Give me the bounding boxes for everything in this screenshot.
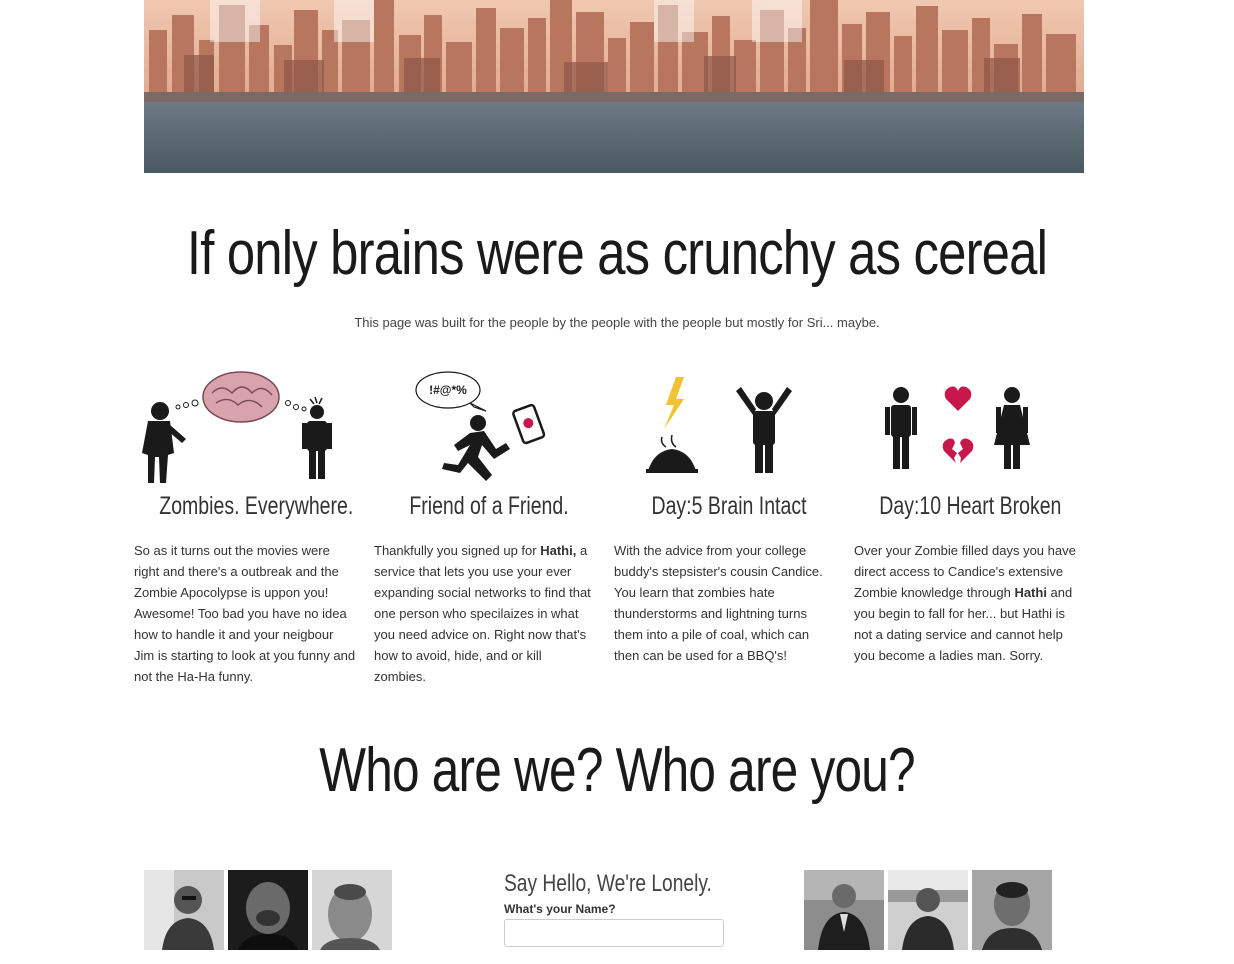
feature-heading: Day:10 Heart Broken [879, 492, 1062, 520]
feature-heading: Zombies. Everywhere. [159, 492, 354, 520]
page-subtitle: This page was built for the people by th… [354, 315, 880, 330]
feature-text: Thankfully you signed up for Hathi, a se… [374, 543, 591, 684]
team-photo[interactable] [972, 870, 1052, 950]
hero-banner [144, 0, 1084, 173]
lightning-coal-icon [614, 365, 844, 490]
feature-text: Over your Zombie filled days you have di… [854, 543, 1076, 663]
feature-text: With the advice from your college buddy'… [614, 543, 823, 663]
page-title: If only brains were as crunchy as cereal [186, 219, 1048, 288]
team-photo[interactable] [888, 870, 968, 950]
brand-name: Hathi [1014, 585, 1047, 600]
speech-text: !#@*% [429, 383, 467, 397]
team-photo[interactable] [228, 870, 308, 950]
team-photo[interactable] [312, 870, 392, 950]
broken-heart-icon [854, 365, 1084, 490]
zombie-brain-icon [134, 365, 364, 490]
section-title: Who are we? Who are you? [319, 736, 915, 805]
feature-heading: Friend of a Friend. [409, 492, 569, 520]
team-photo[interactable] [804, 870, 884, 950]
name-input[interactable] [504, 919, 724, 947]
brand-name: Hathi, [540, 543, 577, 558]
name-label: What's your Name? [504, 902, 616, 916]
contact-heading: Say Hello, We're Lonely. [504, 870, 712, 897]
feature-heading: Day:5 Brain Intact [651, 492, 807, 520]
contact-form: Say Hello, We're Lonely. What's your Nam… [504, 870, 744, 947]
skyline-image [144, 0, 1084, 173]
running-phone-icon: !#@*% [374, 365, 604, 490]
team-photo[interactable] [144, 870, 224, 950]
feature-text: So as it turns out the movies were right… [134, 543, 356, 684]
